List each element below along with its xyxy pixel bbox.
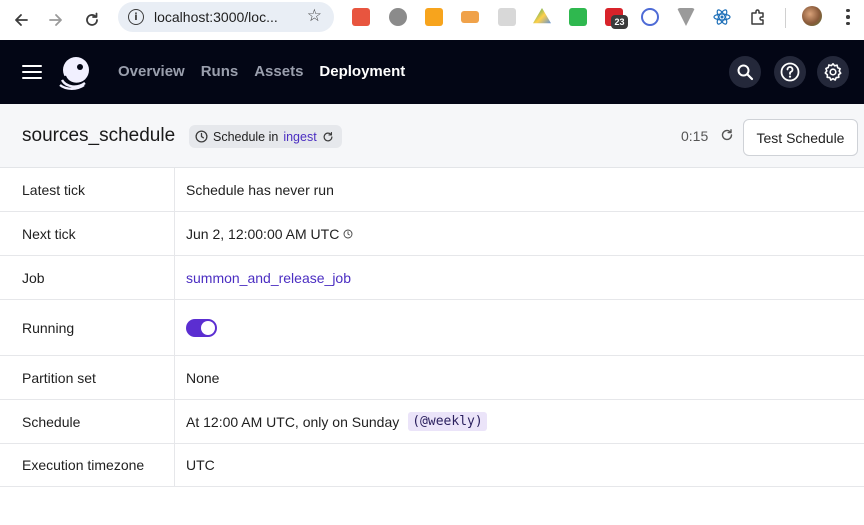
app-header: Overview Runs Assets Deployment — [0, 40, 864, 104]
schedule-location-tag: Schedule in ingest — [189, 125, 342, 148]
execution-timezone-value: UTC — [186, 457, 215, 473]
extension-vue-icon[interactable] — [677, 8, 695, 26]
extension-xml-icon[interactable] — [461, 11, 479, 23]
extension-react-icon[interactable] — [713, 8, 731, 26]
table-row: Job summon_and_release_job — [0, 256, 864, 300]
extension-rocket-icon[interactable] — [352, 8, 370, 26]
settings-button[interactable] — [817, 56, 849, 88]
help-icon — [780, 62, 800, 82]
bookmark-star-icon[interactable]: ☆ — [307, 8, 322, 25]
cron-expression: (@weekly) — [408, 412, 487, 431]
extension-document-icon[interactable] — [498, 8, 516, 26]
nav-assets[interactable]: Assets — [254, 63, 303, 80]
extension-json-icon[interactable] — [569, 8, 587, 26]
repository-link[interactable]: ingest — [283, 130, 316, 144]
url-text: localhost:3000/loc... — [154, 9, 278, 25]
page-title: sources_schedule — [22, 125, 176, 146]
table-row: Partition set None — [0, 356, 864, 400]
profile-avatar[interactable] — [802, 6, 822, 26]
back-icon[interactable] — [7, 6, 35, 34]
gear-icon — [824, 63, 842, 81]
extension-drive-icon[interactable] — [533, 8, 551, 24]
browser-menu-icon[interactable] — [840, 6, 856, 28]
page-header: sources_schedule Schedule in ingest 0:15… — [0, 104, 864, 168]
partition-set-label: Partition set — [0, 356, 175, 399]
table-row: Schedule At 12:00 AM UTC, only on Sunday… — [0, 400, 864, 444]
schedule-description: At 12:00 AM UTC, only on Sunday — [186, 413, 400, 430]
address-bar[interactable]: i localhost:3000/loc... ☆ — [118, 2, 334, 32]
job-label: Job — [0, 256, 175, 299]
extension-gear-icon[interactable] — [389, 8, 407, 26]
search-icon — [737, 64, 754, 81]
site-info-icon[interactable]: i — [128, 9, 144, 25]
nav-deployment[interactable]: Deployment — [319, 63, 405, 80]
refresh-icon[interactable] — [322, 131, 334, 143]
browser-toolbar: i localhost:3000/loc... ☆ 23 — [0, 0, 864, 40]
partition-set-value: None — [186, 369, 220, 386]
extension-chat-icon[interactable] — [641, 8, 659, 26]
forward-icon[interactable] — [42, 6, 70, 34]
refresh-countdown: 0:15 — [681, 128, 709, 144]
execution-timezone-label: Execution timezone — [0, 444, 175, 486]
toggle-knob — [201, 320, 215, 335]
nav-runs[interactable]: Runs — [201, 63, 239, 80]
table-row: Running — [0, 300, 864, 356]
table-row: Next tick Jun 2, 12:00:00 AM UTC — [0, 212, 864, 256]
toolbar-divider — [785, 8, 786, 28]
top-navigation: Overview Runs Assets Deployment — [118, 63, 405, 80]
extension-rss-icon[interactable] — [425, 8, 443, 26]
nav-overview[interactable]: Overview — [118, 63, 185, 80]
schedule-details-table: Latest tick Schedule has never run Next … — [0, 168, 864, 487]
running-toggle[interactable] — [186, 318, 217, 337]
hamburger-menu-icon[interactable] — [22, 65, 42, 79]
table-row: Execution timezone UTC — [0, 444, 864, 487]
schedule-label: Schedule — [0, 400, 175, 443]
latest-tick-label: Latest tick — [0, 168, 175, 211]
dagster-logo-icon[interactable] — [56, 54, 94, 92]
latest-tick-value: Schedule has never run — [186, 181, 334, 198]
running-label: Running — [0, 300, 175, 355]
next-tick-value: Jun 2, 12:00:00 AM UTC — [186, 225, 340, 242]
table-row: Latest tick Schedule has never run — [0, 168, 864, 212]
extension-badge: 23 — [611, 15, 628, 29]
help-button[interactable] — [774, 56, 806, 88]
timezone-clock-icon[interactable] — [343, 229, 353, 239]
job-link[interactable]: summon_and_release_job — [186, 270, 351, 286]
schedule-tag-prefix: Schedule in — [213, 129, 279, 144]
search-button[interactable] — [729, 56, 761, 88]
extensions-puzzle-icon[interactable] — [749, 8, 767, 26]
refresh-now-icon[interactable] — [720, 128, 734, 142]
clock-icon — [195, 130, 208, 143]
test-schedule-button[interactable]: Test Schedule — [743, 119, 858, 156]
next-tick-label: Next tick — [0, 212, 175, 255]
reload-icon[interactable] — [78, 6, 106, 34]
